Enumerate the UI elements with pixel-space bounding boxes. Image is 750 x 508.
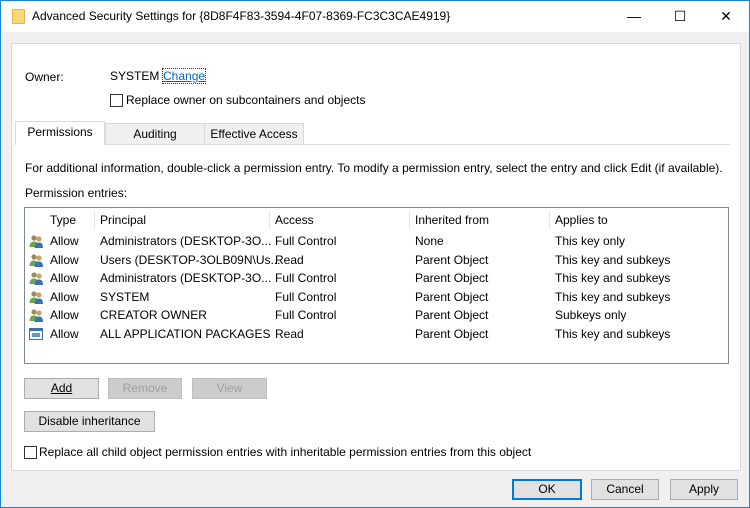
cell-type: Allow [50, 326, 79, 341]
add-button[interactable]: Add [24, 378, 99, 399]
cell-inherited: Parent Object [415, 271, 489, 285]
ok-button[interactable]: OK [512, 479, 582, 500]
cell-principal: ALL APPLICATION PACKAGES [100, 326, 271, 341]
cell-type: Allow [50, 271, 79, 285]
permission-entry-row[interactable]: Allow ALL APPLICATION PACKAGES Read Parent … [25, 325, 728, 343]
cell-access: Full Control [275, 234, 337, 248]
cell-applies: This key and subkeys [555, 326, 671, 341]
column-header-principal[interactable]: Principal [95, 211, 270, 229]
apply-button[interactable]: Apply [670, 479, 738, 500]
remove-label: Remove [122, 381, 168, 395]
cell-access: Full Control [275, 308, 337, 322]
column-header-applies-to[interactable]: Applies to [550, 211, 670, 229]
cell-applies: This key only [555, 234, 626, 248]
add-label: Add [50, 381, 73, 395]
app-packages-icon [29, 327, 43, 341]
permission-entry-row[interactable]: Allow SYSTEM Full Control Parent Object This… [25, 288, 728, 306]
close-button[interactable]: ✕ [703, 1, 749, 32]
replace-owner-label: Replace owner on subcontainers and objec… [126, 93, 366, 107]
tab-divider [15, 144, 730, 145]
remove-button[interactable]: Remove [108, 378, 182, 399]
permission-entry-row[interactable]: Allow Users (DESKTOP-3OLB09N\Us... Read Par… [25, 251, 728, 269]
cell-principal: SYSTEM [100, 289, 150, 304]
users-icon [29, 253, 43, 267]
cell-type: Allow [50, 308, 79, 322]
cell-inherited: None [415, 234, 444, 248]
replace-owner-checkbox[interactable] [110, 94, 123, 107]
users-icon [29, 271, 43, 285]
cancel-button[interactable]: Cancel [591, 479, 659, 500]
permission-entry-row[interactable]: Allow Administrators (DESKTOP-3O... Full C… [25, 269, 728, 287]
permission-entries-list[interactable]: Type Principal Access Inherited from App… [24, 207, 729, 364]
column-header-access[interactable]: Access [270, 211, 410, 229]
cell-principal: CREATOR OWNER [100, 308, 207, 322]
change-owner-link[interactable]: Change [161, 68, 207, 84]
info-text: For additional information, double-click… [25, 161, 723, 175]
cell-type: Allow [50, 234, 79, 248]
cell-type: Allow [50, 289, 79, 304]
main-panel: Owner: SYSTEM Change Replace owner on su… [11, 43, 741, 471]
tab-permissions[interactable]: Permissions [15, 121, 105, 145]
cell-inherited: Parent Object [415, 308, 489, 322]
column-header-inherited-from[interactable]: Inherited from [410, 211, 550, 229]
cell-applies: This key and subkeys [555, 252, 671, 267]
cell-access: Read [275, 252, 304, 267]
cell-principal: Administrators (DESKTOP-3O... [100, 271, 272, 285]
folder-icon [12, 9, 25, 24]
cell-inherited: Parent Object [415, 289, 489, 304]
cell-access: Full Control [275, 289, 337, 304]
cell-inherited: Parent Object [415, 326, 489, 341]
permission-entries-label: Permission entries: [25, 186, 128, 200]
disable-inheritance-button[interactable]: Disable inheritance [24, 411, 155, 432]
cell-principal: Administrators (DESKTOP-3O... [100, 234, 272, 248]
column-header-type[interactable]: Type [45, 211, 95, 229]
window-title: Advanced Security Settings for {8D8F4F83… [32, 9, 451, 23]
owner-value: SYSTEM [110, 69, 160, 83]
replace-child-label: Replace all child object permission entr… [39, 445, 532, 459]
users-icon [29, 234, 43, 248]
cell-applies: This key and subkeys [555, 289, 671, 304]
cell-type: Allow [50, 252, 79, 267]
title-bar: Advanced Security Settings for {8D8F4F83… [1, 1, 749, 32]
tab-auditing[interactable]: Auditing [105, 123, 205, 144]
cell-principal: Users (DESKTOP-3OLB09N\Us... [100, 252, 281, 267]
view-button[interactable]: View [192, 378, 267, 399]
users-icon [29, 308, 43, 322]
cell-applies: Subkeys only [555, 308, 627, 322]
cell-access: Read [275, 326, 304, 341]
security-settings-window: Advanced Security Settings for {8D8F4F83… [0, 0, 750, 508]
minimize-button[interactable]: — [611, 1, 657, 32]
cell-applies: This key and subkeys [555, 271, 671, 285]
cell-inherited: Parent Object [415, 252, 489, 267]
view-label: View [216, 381, 243, 395]
maximize-button[interactable]: ☐ [657, 1, 703, 32]
cell-access: Full Control [275, 271, 337, 285]
permission-entry-row[interactable]: Allow Administrators (DESKTOP-3O... Full C… [25, 232, 728, 250]
users-icon [29, 290, 43, 304]
replace-child-checkbox[interactable] [24, 446, 37, 459]
permission-entry-row[interactable]: Allow CREATOR OWNER Full Control Parent Obj… [25, 306, 728, 324]
tab-effective-access[interactable]: Effective Access [204, 123, 304, 144]
owner-label: Owner: [25, 70, 64, 84]
